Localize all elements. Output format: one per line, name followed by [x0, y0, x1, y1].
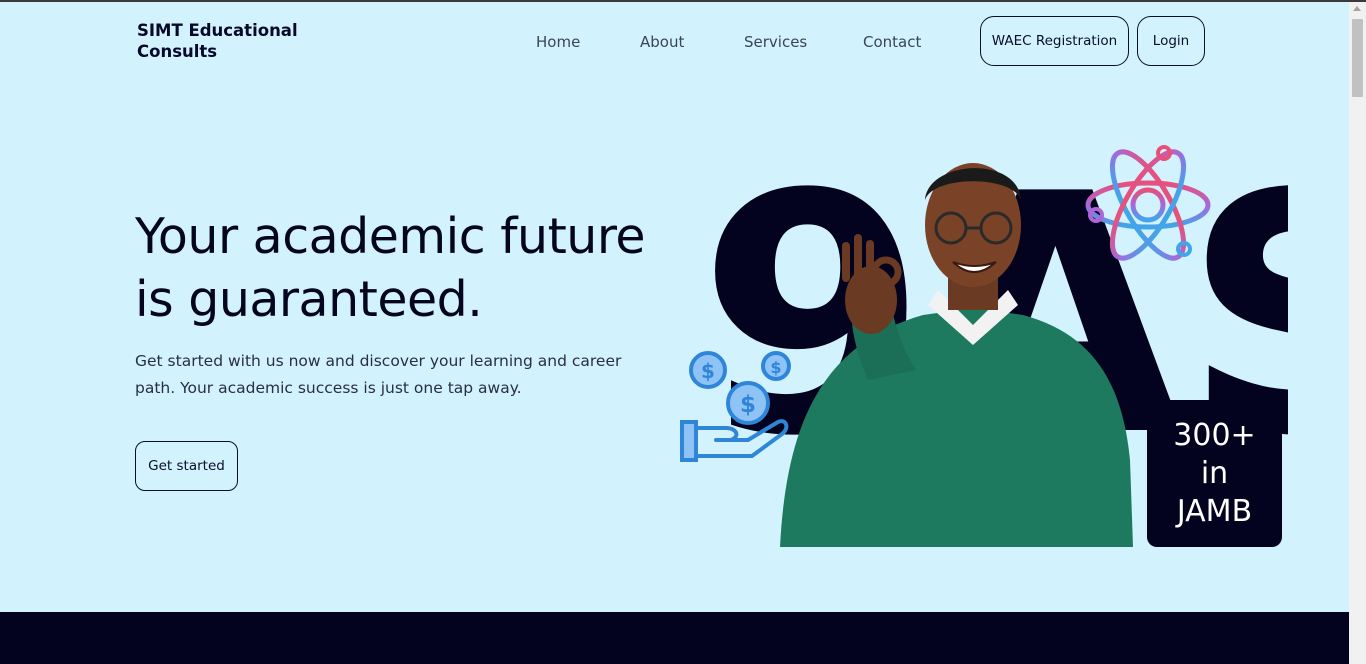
hero-subtitle: Get started with us now and discover you… [135, 348, 625, 402]
hero-title-line1: Your academic future [135, 208, 646, 265]
login-button[interactable]: Login [1137, 16, 1205, 66]
badge-line1: 300+ [1173, 417, 1256, 453]
hero-title-line2: is guaranteed. [135, 271, 483, 328]
badge-line3: JAMB [1176, 493, 1253, 529]
hero-title: Your academic future is guaranteed. [135, 205, 675, 331]
badge-line2: in [1200, 455, 1229, 491]
brand-name-line2: Consults [137, 42, 218, 61]
vertical-scrollbar[interactable] [1349, 2, 1366, 664]
svg-text:$: $ [701, 359, 715, 383]
nav-home-link[interactable]: Home [536, 33, 580, 51]
brand-logo[interactable]: SIMT Educational Consults [137, 20, 317, 62]
waec-registration-button[interactable]: WAEC Registration [980, 16, 1129, 66]
svg-text:$: $ [740, 392, 756, 418]
hero-subtitle-line2: path. Your academic success is just one … [135, 379, 522, 397]
scroll-up-arrow-icon[interactable] [1353, 6, 1361, 11]
nav-about-link[interactable]: About [640, 33, 684, 51]
get-started-button[interactable]: Get started [135, 441, 238, 491]
hero-subtitle-line1: Get started with us now and discover you… [135, 352, 622, 370]
brand-name-line1: SIMT Educational [137, 21, 298, 40]
jamb-stats-badge: 300+ in JAMB [1147, 400, 1282, 547]
nav-contact-link[interactable]: Contact [863, 33, 921, 51]
next-section-band [0, 612, 1349, 664]
svg-text:$: $ [770, 358, 781, 377]
scroll-thumb[interactable] [1352, 19, 1363, 97]
nav-services-link[interactable]: Services [744, 33, 807, 51]
